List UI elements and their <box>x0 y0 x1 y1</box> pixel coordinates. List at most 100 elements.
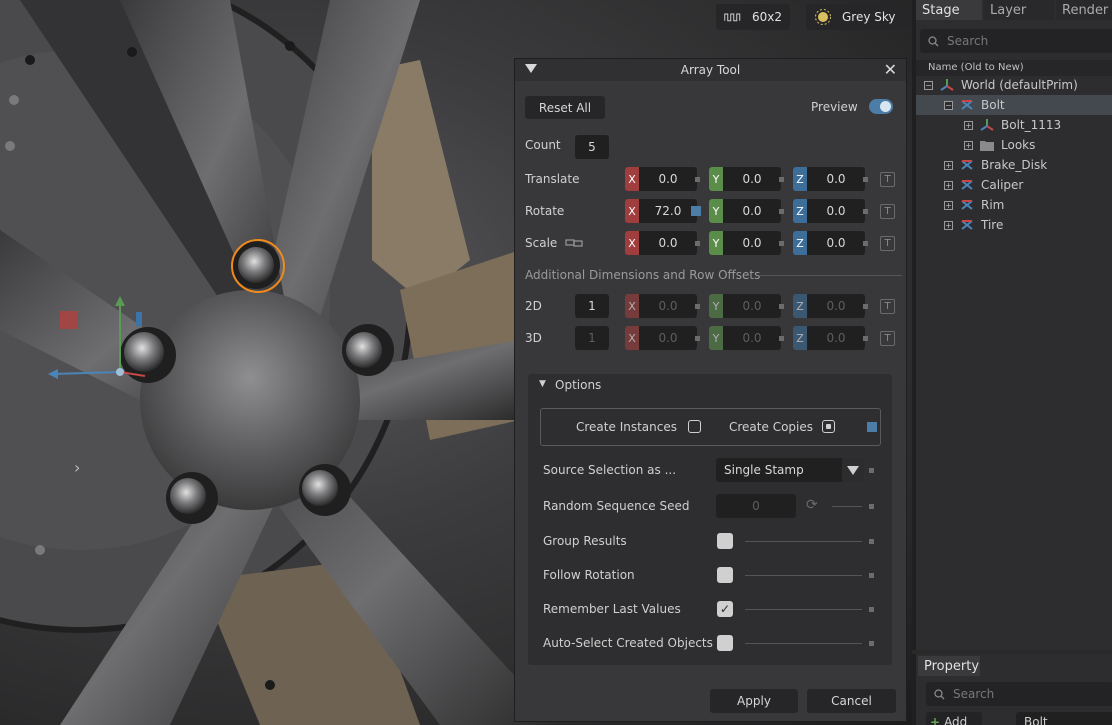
source-selection-key[interactable] <box>869 468 874 473</box>
translate-reset-icon[interactable]: T <box>880 172 895 187</box>
translate-z-field[interactable]: 0.0 <box>807 167 865 191</box>
chevron-right-icon[interactable]: › <box>74 458 80 477</box>
follow-rotation-key[interactable] <box>869 573 874 578</box>
expand-icon[interactable]: + <box>964 140 973 150</box>
refresh-icon[interactable]: ⟳ <box>806 497 818 513</box>
expand-icon[interactable]: + <box>964 120 973 130</box>
create-copies-checkbox[interactable] <box>822 420 835 433</box>
seed-field[interactable]: 0 <box>716 494 796 518</box>
dim2-z-key[interactable] <box>863 304 868 309</box>
seed-key[interactable] <box>869 504 874 509</box>
tab-property[interactable]: Property <box>918 656 980 676</box>
create-instances-checkbox[interactable] <box>688 420 701 433</box>
group-results-label: Group Results <box>543 534 627 548</box>
auto-select-checkbox[interactable] <box>717 635 733 651</box>
dim3-reset-icon[interactable]: T <box>880 331 895 346</box>
reset-all-button[interactable]: Reset All <box>525 96 605 119</box>
tree-row-rim[interactable]: + Rim <box>916 195 1112 215</box>
dim3-count-field[interactable]: 1 <box>575 326 609 350</box>
auto-select-key[interactable] <box>869 641 874 646</box>
scale-z-key[interactable] <box>863 241 868 246</box>
mesh-icon <box>961 160 973 170</box>
rotate-y-field[interactable]: 0.0 <box>723 199 781 223</box>
remember-checkbox[interactable]: ✓ <box>717 601 733 617</box>
tab-layer[interactable]: Layer <box>984 0 1054 20</box>
dropdown-arrow-icon[interactable] <box>842 458 864 482</box>
tree-row-bolt[interactable]: − Bolt <box>916 95 1112 115</box>
rotate-y-key[interactable] <box>779 209 784 214</box>
scale-y-key[interactable] <box>779 241 784 246</box>
dim2-x-field[interactable]: 0.0 <box>639 294 697 318</box>
dim3-label: 3D <box>525 331 542 345</box>
scale-z-field[interactable]: 0.0 <box>807 231 865 255</box>
tree-row-world[interactable]: − World (defaultPrim) <box>916 75 1112 95</box>
collapse-icon[interactable]: − <box>924 80 933 90</box>
cancel-button[interactable]: Cancel <box>807 689 896 713</box>
create-mode-key[interactable] <box>867 422 877 432</box>
scale-reset-icon[interactable]: T <box>880 236 895 251</box>
dim3-x-field[interactable]: 0.0 <box>639 326 697 350</box>
rotate-z-field[interactable]: 0.0 <box>807 199 865 223</box>
dim2-y-key[interactable] <box>779 304 784 309</box>
translate-y-field[interactable]: 0.0 <box>723 167 781 191</box>
count-field[interactable]: 5 <box>575 135 609 159</box>
dim2-count-field[interactable]: 1 <box>575 294 609 318</box>
group-results-checkbox[interactable] <box>717 533 733 549</box>
dim2-x-key[interactable] <box>695 304 700 309</box>
expand-icon[interactable]: + <box>944 160 953 170</box>
translate-x-tag: X <box>625 167 639 191</box>
link-icon[interactable] <box>565 238 583 248</box>
rotate-x-field[interactable]: 72.0 <box>639 199 697 223</box>
translate-x-field[interactable]: 0.0 <box>639 167 697 191</box>
scale-y-tag: Y <box>709 231 723 255</box>
tab-render[interactable]: Render <box>1056 0 1112 20</box>
property-search-input[interactable]: Search <box>926 682 1112 706</box>
tree-row-tire[interactable]: + Tire <box>916 215 1112 235</box>
dim3-y-field[interactable]: 0.0 <box>723 326 781 350</box>
translate-x-key[interactable] <box>695 177 700 182</box>
close-icon[interactable]: ✕ <box>884 62 897 78</box>
rotate-z-key[interactable] <box>863 209 868 214</box>
expand-icon[interactable]: + <box>944 220 953 230</box>
remember-key[interactable] <box>869 607 874 612</box>
name-field[interactable]: Bolt <box>1016 712 1112 725</box>
expand-icon[interactable]: + <box>944 180 953 190</box>
rotate-x-key[interactable] <box>691 206 701 216</box>
follow-rotation-checkbox[interactable] <box>717 567 733 583</box>
translate-z-key[interactable] <box>863 177 868 182</box>
scale-x-field[interactable]: 0.0 <box>639 231 697 255</box>
tree-row-bolt-1113[interactable]: + Bolt_1113 <box>916 115 1112 135</box>
tree-row-caliper[interactable]: + Caliper <box>916 175 1112 195</box>
scale-x-key[interactable] <box>695 241 700 246</box>
tree-row-brake-disk[interactable]: + Brake_Disk <box>916 155 1112 175</box>
rotate-reset-icon[interactable]: T <box>880 204 895 219</box>
dim2-y-field[interactable]: 0.0 <box>723 294 781 318</box>
mesh-icon <box>961 180 973 190</box>
dim3-z-field[interactable]: 0.0 <box>807 326 865 350</box>
preview-toggle[interactable] <box>869 99 893 114</box>
fps-badge[interactable]: 60x2 <box>716 4 790 30</box>
apply-button[interactable]: Apply <box>710 689 798 713</box>
remember-line <box>745 609 862 610</box>
collapse-icon[interactable]: − <box>944 100 953 110</box>
add-button[interactable]: + Add <box>926 712 982 725</box>
options-collapse-icon[interactable]: ▼ <box>539 379 546 389</box>
sun-icon <box>815 9 831 25</box>
dim3-y-key[interactable] <box>779 336 784 341</box>
stage-search-input[interactable]: Search <box>920 29 1112 53</box>
tree-row-looks[interactable]: + Looks <box>916 135 1112 155</box>
scale-y-field[interactable]: 0.0 <box>723 231 781 255</box>
group-results-key[interactable] <box>869 539 874 544</box>
dim3-z-key[interactable] <box>863 336 868 341</box>
environment-badge[interactable]: Grey Sky <box>806 4 906 30</box>
dialog-titlebar[interactable]: Array Tool ✕ <box>515 59 906 81</box>
dim2-reset-icon[interactable]: T <box>880 299 895 314</box>
options-header[interactable]: Options <box>555 378 601 392</box>
dim2-z-field[interactable]: 0.0 <box>807 294 865 318</box>
tab-stage[interactable]: Stage <box>916 0 982 20</box>
translate-y-key[interactable] <box>779 177 784 182</box>
collapse-triangle-icon[interactable] <box>525 64 537 73</box>
expand-icon[interactable]: + <box>944 200 953 210</box>
dim3-x-key[interactable] <box>695 336 700 341</box>
column-header[interactable]: Name (Old to New) <box>916 60 1112 76</box>
